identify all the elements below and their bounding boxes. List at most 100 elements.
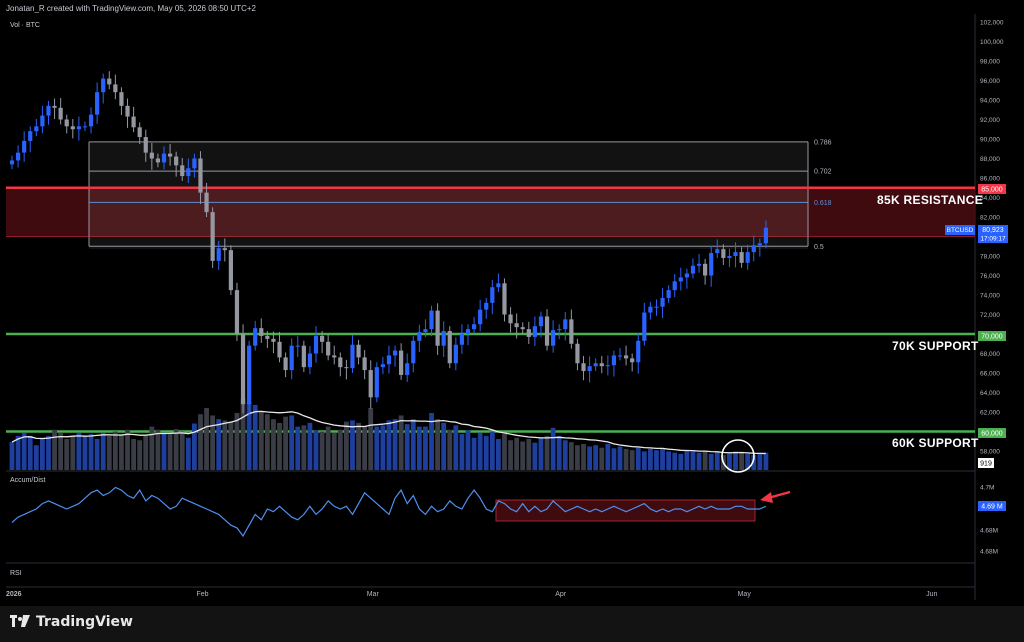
volume-bar	[423, 426, 428, 470]
candle-body	[423, 329, 428, 333]
accum-dist-label: Accum/Dist	[10, 477, 46, 484]
candle-body	[247, 345, 252, 405]
volume-bar	[82, 435, 88, 470]
candle-body	[95, 92, 100, 115]
fibonacci-box[interactable]	[89, 142, 808, 249]
volume-bar	[337, 429, 343, 470]
candle-body	[265, 335, 270, 339]
price-tick-label: 100,000	[980, 39, 1004, 46]
resistance-price-tag: 85,000	[981, 187, 1003, 194]
chart-canvas[interactable]: 0.786 0.702 0.618 0.5 102,000 100,000 98,000 9…	[0, 0, 1024, 606]
candle-body	[538, 316, 544, 327]
time-axis: 2026 Feb Mar Apr May Jun	[6, 591, 937, 598]
volume-bar	[252, 404, 258, 470]
accum-tick-label: 4.68M	[980, 528, 998, 535]
volume-bar	[629, 450, 635, 470]
volume-bar	[465, 430, 471, 470]
price-tick-label: 84,000	[980, 195, 1000, 202]
volume-bar	[33, 445, 39, 470]
candle-body	[696, 263, 702, 266]
volume-bar	[556, 435, 562, 470]
candle-body	[587, 366, 592, 372]
candle-body	[198, 158, 203, 193]
time-tick-label: Jun	[926, 591, 937, 598]
volume-bar	[544, 435, 550, 470]
volume-bar	[179, 431, 185, 470]
tradingview-logo[interactable]: TradingView	[10, 614, 133, 630]
volume-bar	[374, 426, 380, 470]
candle-body	[642, 312, 647, 341]
volume-bar	[514, 437, 520, 470]
volume-bar	[404, 424, 410, 470]
candle-body	[496, 283, 501, 288]
candle-body	[192, 158, 197, 169]
volume-bar	[161, 432, 167, 470]
volume-bar	[593, 445, 599, 470]
candle-body	[581, 363, 586, 372]
volume-bar	[763, 452, 769, 470]
volume-bar	[684, 450, 690, 470]
candle-body	[386, 355, 392, 365]
candle-body	[709, 253, 714, 276]
volume-bar	[27, 435, 33, 470]
volume-bar	[88, 434, 94, 470]
candle-body	[593, 363, 598, 367]
volume-bar	[526, 439, 532, 470]
volume-bar	[331, 432, 337, 470]
time-tick-label: Feb	[196, 591, 208, 598]
volume-bar	[125, 429, 130, 470]
arrow-icon	[760, 490, 791, 503]
candle-body	[715, 249, 720, 254]
volume-bar	[666, 451, 672, 470]
volume-bar	[641, 451, 647, 470]
candle-body	[690, 265, 696, 274]
support70-label: 70K SUPPORT	[892, 339, 979, 353]
candle-body	[471, 324, 477, 330]
volume-bar	[149, 426, 155, 470]
price-tick-label: 72,000	[980, 312, 1000, 319]
volume-value-tag: 919	[980, 461, 992, 468]
candle-body	[739, 252, 744, 263]
candle-body	[137, 127, 142, 138]
volume-bar	[605, 443, 611, 470]
tradingview-logo-icon	[10, 615, 30, 627]
candle-body	[332, 355, 337, 358]
tradingview-logo-text: TradingView	[36, 614, 133, 630]
fib-label: 0.786	[814, 139, 832, 146]
candle-body	[684, 273, 689, 278]
price-tick-label: 64,000	[980, 390, 1000, 397]
candle-body	[58, 107, 63, 120]
accum-value-tag: 4.69 M	[981, 504, 1003, 511]
volume-bar	[696, 452, 702, 470]
candle-body	[125, 105, 130, 117]
volume-label: Vol · BTC	[10, 22, 40, 29]
candle-body	[666, 290, 671, 298]
volume-bar	[568, 442, 574, 470]
time-tick-label: 2026	[6, 591, 22, 598]
price-tick-label: 68,000	[980, 351, 1000, 358]
volume-bar	[483, 435, 489, 470]
candle-body	[149, 152, 154, 159]
volume-bar	[70, 435, 76, 470]
volume-bar	[520, 441, 526, 470]
candle-body	[295, 345, 300, 347]
volume-bar	[15, 435, 21, 470]
candle-body	[599, 363, 604, 367]
candle-body	[76, 126, 81, 130]
volume-bar	[496, 439, 501, 470]
candle-body	[350, 344, 355, 369]
volume-bar	[441, 422, 447, 470]
volume-bar	[307, 422, 313, 470]
price-tick-label: 94,000	[980, 98, 1000, 105]
candle-body	[763, 227, 769, 244]
volume-bar	[690, 451, 696, 470]
volume-bar	[398, 415, 404, 470]
volume-bar	[173, 429, 179, 470]
chart-frame: 0.786 0.702 0.618 0.5 102,000 100,000 98,000 9…	[0, 0, 1024, 642]
volume-bar	[9, 442, 15, 470]
accum-tick-label: 4.68M	[980, 549, 998, 556]
volume-bar	[435, 419, 440, 470]
price-tick-label: 86,000	[980, 176, 1000, 183]
price-tick-label: 58,000	[980, 449, 1000, 456]
candle-body	[751, 245, 756, 253]
